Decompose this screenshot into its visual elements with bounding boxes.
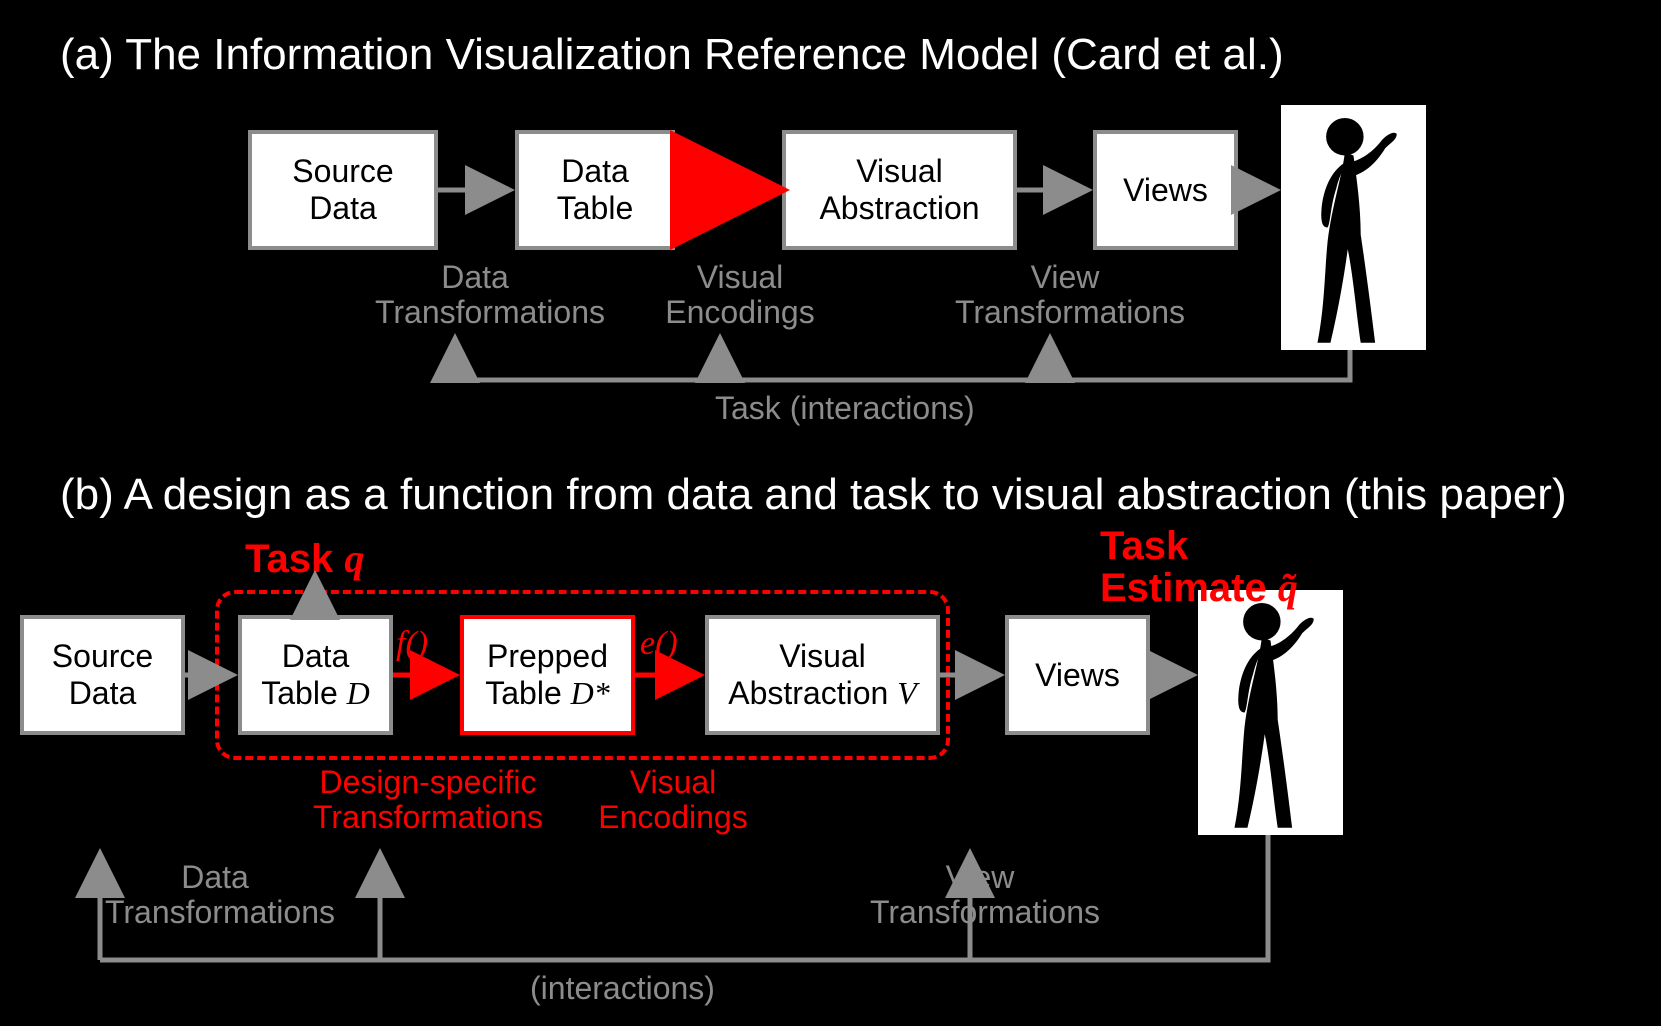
- label-source-bottom: SourceData: [52, 638, 153, 712]
- label-views-top: Views: [1123, 172, 1208, 209]
- label-data-trans-bottom: DataTransformations: [105, 860, 325, 930]
- label-view-trans-bottom: ViewTransformations: [870, 860, 1090, 930]
- box-visual-abstraction-top: VisualAbstraction: [782, 130, 1017, 250]
- box-source-data-bottom: SourceData: [20, 615, 185, 735]
- label-table-bottom: DataTable D: [261, 638, 370, 712]
- label-views-bottom: Views: [1035, 657, 1120, 694]
- human-bottom: [1198, 590, 1343, 835]
- diagram-canvas: (a) The Information Visualization Refere…: [0, 0, 1661, 1026]
- label-source-top: SourceData: [292, 153, 393, 227]
- label-visual-enc-bottom: VisualEncodings: [583, 765, 763, 835]
- label-view-trans-top: ViewTransformations: [955, 260, 1175, 330]
- box-source-data-top: SourceData: [248, 130, 438, 250]
- label-feedback-top: Task (interactions): [715, 390, 975, 427]
- box-visual-abstraction-bottom: VisualAbstraction V: [705, 615, 940, 735]
- label-task-q: Task q: [245, 535, 364, 582]
- label-task-estimate: TaskEstimate q̃: [1100, 525, 1400, 609]
- label-prepped: PreppedTable D*: [485, 638, 610, 712]
- label-abstraction-bottom: VisualAbstraction V: [728, 638, 917, 712]
- box-prepped-table: PreppedTable D*: [460, 615, 635, 735]
- box-views-top: Views: [1093, 130, 1238, 250]
- label-e: e(): [640, 625, 678, 663]
- box-data-table-top: DataTable: [515, 130, 675, 250]
- label-data-trans-top: DataTransformations: [375, 260, 575, 330]
- human-top: [1281, 105, 1426, 350]
- label-visual-enc-top: VisualEncodings: [650, 260, 830, 330]
- label-table-top: DataTable: [557, 153, 634, 227]
- label-abstraction-top: VisualAbstraction: [819, 153, 979, 227]
- title-b: (b) A design as a function from data and…: [60, 470, 1567, 520]
- box-data-table-bottom: DataTable D: [238, 615, 393, 735]
- box-views-bottom: Views: [1005, 615, 1150, 735]
- title-a: (a) The Information Visualization Refere…: [60, 30, 1284, 80]
- label-design-trans: Design-specificTransformations: [288, 765, 568, 835]
- label-feedback-bottom: (interactions): [530, 970, 715, 1007]
- label-f: f(): [396, 625, 428, 663]
